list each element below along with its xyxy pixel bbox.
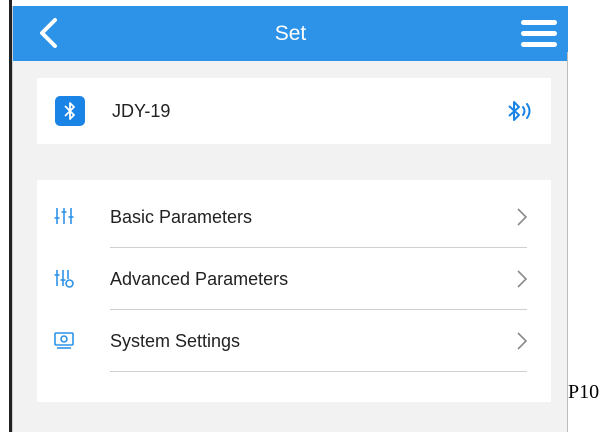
settings-item-basic-parameters[interactable]: Basic Parameters xyxy=(37,186,551,248)
chevron-right-icon xyxy=(517,270,528,288)
bluetooth-badge xyxy=(55,96,85,126)
device-name: JDY-19 xyxy=(112,101,171,121)
divider xyxy=(110,371,527,372)
settings-item-advanced-parameters[interactable]: Advanced Parameters xyxy=(37,248,551,310)
app-screen: Set JDY-19 Basic Parameters Advanced Par… xyxy=(12,6,568,432)
menu-button[interactable] xyxy=(518,16,560,52)
settings-item-label: Advanced Parameters xyxy=(110,269,289,289)
bluetooth-icon xyxy=(64,102,75,120)
chevron-right-icon xyxy=(517,208,528,226)
settings-item-system-settings[interactable]: System Settings xyxy=(37,310,551,372)
monitor-icon xyxy=(54,332,74,349)
page-number-label: P10 xyxy=(568,381,600,403)
page-right-border xyxy=(567,52,568,432)
settings-item-label: Basic Parameters xyxy=(110,207,253,227)
settings-item-label: System Settings xyxy=(110,331,241,351)
chevron-right-icon xyxy=(517,332,528,350)
page-title: Set xyxy=(274,22,307,45)
advanced-sliders-icon xyxy=(54,270,74,288)
hamburger-menu-icon xyxy=(521,20,557,47)
top-app-bar: Set xyxy=(13,6,568,61)
sliders-icon xyxy=(54,208,74,224)
bluetooth-signal-icon xyxy=(508,101,531,121)
device-card[interactable]: JDY-19 xyxy=(37,78,551,144)
settings-list: Basic Parameters Advanced Parameters Sys… xyxy=(37,180,551,402)
